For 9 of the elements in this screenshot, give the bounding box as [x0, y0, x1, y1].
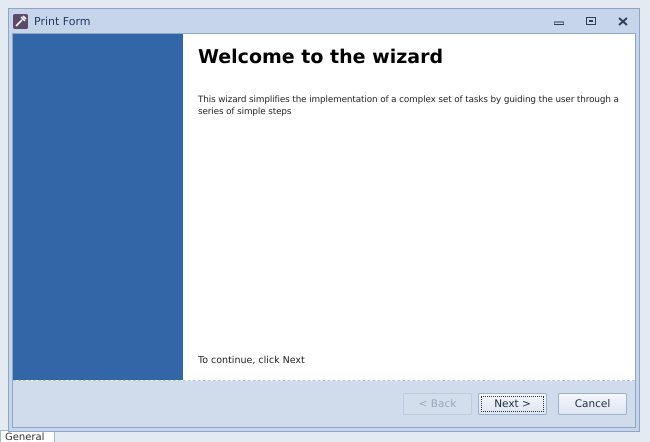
wizard-button[interactable]: Next > [478, 393, 547, 415]
close-icon [618, 16, 628, 26]
app-icon [13, 14, 28, 28]
description-text: This wizard simplifies the implementation of a complex set of tasks by guiding the user through a series of simple steps [198, 94, 620, 118]
window-title: Print Form [34, 14, 92, 28]
wizard-button[interactable]: Cancel [558, 393, 627, 415]
hint-text: To continue, click Next [198, 355, 306, 366]
maximize-icon [586, 17, 596, 25]
wizard-heading: Welcome to the wizard [198, 46, 444, 68]
